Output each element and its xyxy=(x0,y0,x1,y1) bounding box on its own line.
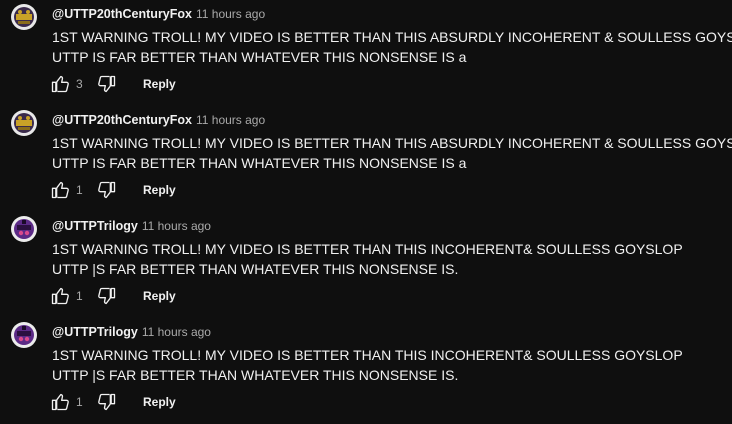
comment-item: @UTTPTrilogy 11 hours ago 1ST WARNING TRO… xyxy=(0,212,732,318)
thumbs-up-icon xyxy=(51,181,69,199)
dislike-button[interactable] xyxy=(97,74,117,94)
like-button[interactable] xyxy=(50,286,70,306)
comment-author[interactable]: @UTTPTrilogy xyxy=(52,325,138,339)
like-button[interactable] xyxy=(50,392,70,412)
comment-timestamp[interactable]: 11 hours ago xyxy=(196,113,265,127)
like-count: 1 xyxy=(76,183,83,197)
uttp-logo-purple-icon xyxy=(11,216,37,242)
thumbs-down-icon xyxy=(98,75,116,93)
comment-author[interactable]: @UTTP20thCenturyFox xyxy=(52,113,192,127)
like-count: 1 xyxy=(76,395,83,409)
reply-button[interactable]: Reply xyxy=(143,390,176,414)
comment-text: 1ST WARNING TROLL! MY VIDEO IS BETTER TH… xyxy=(52,345,727,385)
comment-author[interactable]: @UTTP20thCenturyFox xyxy=(52,7,192,21)
comment-item: @UTTP20thCenturyFox 11 hours ago 1ST WARN… xyxy=(0,106,732,212)
comment-timestamp[interactable]: 11 hours ago xyxy=(142,219,211,233)
like-count: 3 xyxy=(76,77,83,91)
uttp-logo-gold-icon xyxy=(11,110,37,136)
comment-text: 1ST WARNING TROLL! MY VIDEO IS BETTER TH… xyxy=(52,133,732,173)
uttp-logo-gold-icon xyxy=(11,4,37,30)
comment-timestamp[interactable]: 11 hours ago xyxy=(196,7,265,21)
comment-text-line: UTTP |S FAR BETTER THAN WHATEVER THIS NO… xyxy=(52,367,459,383)
comment-text-line: UTTP IS FAR BETTER THAN WHATEVER THIS NO… xyxy=(52,155,467,171)
like-button[interactable] xyxy=(50,74,70,94)
dislike-button[interactable] xyxy=(97,286,117,306)
comment-header: @UTTPTrilogy 11 hours ago xyxy=(52,217,211,235)
thumbs-up-icon xyxy=(51,287,69,305)
dislike-button[interactable] xyxy=(97,180,117,200)
like-count: 1 xyxy=(76,289,83,303)
avatar[interactable] xyxy=(11,110,37,136)
comment-text-line: UTTP IS FAR BETTER THAN WHATEVER THIS NO… xyxy=(52,49,467,65)
comment-author[interactable]: @UTTPTrilogy xyxy=(52,219,138,233)
avatar[interactable] xyxy=(11,4,37,30)
comments-list: @UTTP20thCenturyFox 11 hours ago 1ST WARN… xyxy=(0,0,732,424)
comment-text-line: 1ST WARNING TROLL! MY VIDEO IS BETTER TH… xyxy=(52,347,683,363)
avatar[interactable] xyxy=(11,216,37,242)
uttp-logo-purple-icon xyxy=(11,322,37,348)
dislike-button[interactable] xyxy=(97,392,117,412)
comment-text-line: UTTP |S FAR BETTER THAN WHATEVER THIS NO… xyxy=(52,261,459,277)
avatar[interactable] xyxy=(11,322,37,348)
comment-header: @UTTPTrilogy 11 hours ago xyxy=(52,323,211,341)
thumbs-up-icon xyxy=(51,393,69,411)
reply-button[interactable]: Reply xyxy=(143,72,176,96)
comment-timestamp[interactable]: 11 hours ago xyxy=(142,325,211,339)
comment-header: @UTTP20thCenturyFox 11 hours ago xyxy=(52,5,265,23)
reply-button[interactable]: Reply xyxy=(143,178,176,202)
comment-item: @UTTP20thCenturyFox 11 hours ago 1ST WARN… xyxy=(0,0,732,106)
thumbs-up-icon xyxy=(51,75,69,93)
comment-text: 1ST WARNING TROLL! MY VIDEO IS BETTER TH… xyxy=(52,239,727,279)
thumbs-down-icon xyxy=(98,181,116,199)
reply-button[interactable]: Reply xyxy=(143,284,176,308)
thumbs-down-icon xyxy=(98,393,116,411)
comment-text-line: 1ST WARNING TROLL! MY VIDEO IS BETTER TH… xyxy=(52,29,732,45)
comment-item: @UTTPTrilogy 11 hours ago 1ST WARNING TRO… xyxy=(0,318,732,424)
comment-text-line: 1ST WARNING TROLL! MY VIDEO IS BETTER TH… xyxy=(52,135,732,151)
comment-header: @UTTP20thCenturyFox 11 hours ago xyxy=(52,111,265,129)
comment-text: 1ST WARNING TROLL! MY VIDEO IS BETTER TH… xyxy=(52,27,732,67)
comment-text-line: 1ST WARNING TROLL! MY VIDEO IS BETTER TH… xyxy=(52,241,683,257)
thumbs-down-icon xyxy=(98,287,116,305)
like-button[interactable] xyxy=(50,180,70,200)
